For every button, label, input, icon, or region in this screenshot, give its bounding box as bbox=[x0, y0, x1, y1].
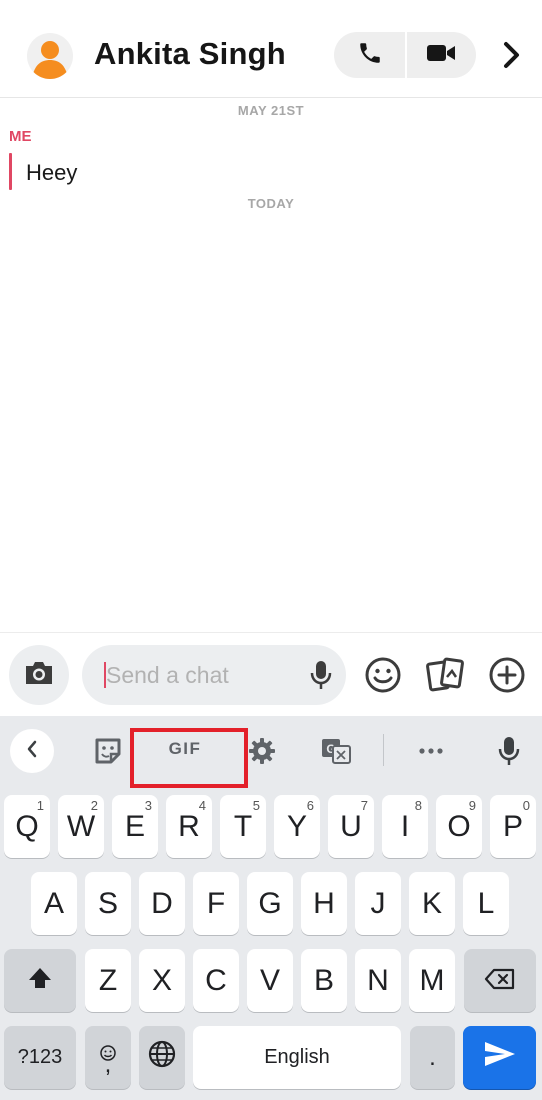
chat-message[interactable]: Heey bbox=[26, 160, 77, 186]
shift-arrow-icon bbox=[27, 964, 53, 998]
chat-input-placeholder: Send a chat bbox=[106, 662, 229, 688]
key-t[interactable]: T5 bbox=[220, 795, 266, 858]
key-o[interactable]: O9 bbox=[436, 795, 482, 858]
key-g[interactable]: G bbox=[247, 872, 293, 935]
key-n[interactable]: N bbox=[355, 949, 401, 1012]
keyboard-back-button[interactable] bbox=[10, 729, 54, 773]
key-e[interactable]: E3 bbox=[112, 795, 158, 858]
gif-highlight-box bbox=[130, 728, 248, 788]
key-z[interactable]: Z bbox=[85, 949, 131, 1012]
key-q[interactable]: Q1 bbox=[4, 795, 50, 858]
cards-icon[interactable] bbox=[425, 654, 465, 696]
more-dots-icon[interactable] bbox=[416, 728, 446, 774]
chevron-right-icon[interactable] bbox=[496, 38, 528, 72]
video-camera-icon bbox=[426, 42, 456, 69]
key-f[interactable]: F bbox=[193, 872, 239, 935]
key-d[interactable]: D bbox=[139, 872, 185, 935]
contact-name[interactable]: Ankita Singh bbox=[94, 36, 286, 72]
toolbar-divider bbox=[383, 734, 384, 766]
key-u[interactable]: U7 bbox=[328, 795, 374, 858]
key-k[interactable]: K bbox=[409, 872, 455, 935]
key-x[interactable]: X bbox=[139, 949, 185, 1012]
symbols-key[interactable]: ?123 bbox=[4, 1026, 76, 1089]
key-b[interactable]: B bbox=[301, 949, 347, 1012]
date-divider-may21: MAY 21ST bbox=[237, 103, 305, 118]
send-arrow-icon bbox=[483, 1040, 517, 1076]
backspace-key[interactable] bbox=[464, 949, 536, 1012]
key-i[interactable]: I8 bbox=[382, 795, 428, 858]
voice-mic-icon[interactable] bbox=[495, 728, 523, 774]
microphone-icon[interactable] bbox=[308, 659, 334, 691]
settings-gear-icon[interactable] bbox=[247, 728, 277, 774]
shift-key[interactable] bbox=[4, 949, 76, 1012]
key-p[interactable]: P0 bbox=[490, 795, 536, 858]
language-key[interactable] bbox=[139, 1026, 185, 1089]
smiley-icon[interactable] bbox=[363, 654, 403, 696]
key-a[interactable]: A bbox=[31, 872, 77, 935]
phone-icon bbox=[357, 40, 383, 71]
send-key[interactable] bbox=[463, 1026, 536, 1089]
user-avatar-icon[interactable] bbox=[27, 33, 73, 79]
key-s[interactable]: S bbox=[85, 872, 131, 935]
sticker-icon[interactable] bbox=[89, 728, 127, 774]
camera-icon bbox=[23, 659, 55, 692]
back-chevron-icon bbox=[25, 739, 39, 764]
key-v[interactable]: V bbox=[247, 949, 293, 1012]
period-key[interactable]: . bbox=[410, 1026, 455, 1089]
camera-button[interactable] bbox=[9, 645, 69, 705]
key-j[interactable]: J bbox=[355, 872, 401, 935]
voice-call-button[interactable] bbox=[335, 32, 405, 78]
key-m[interactable]: M bbox=[409, 949, 455, 1012]
video-call-button[interactable] bbox=[406, 32, 476, 78]
plus-circle-icon[interactable] bbox=[487, 654, 527, 696]
key-h[interactable]: H bbox=[301, 872, 347, 935]
translate-icon[interactable]: G bbox=[320, 728, 352, 774]
key-l[interactable]: L bbox=[463, 872, 509, 935]
key-y[interactable]: Y6 bbox=[274, 795, 320, 858]
space-key[interactable]: English bbox=[193, 1026, 401, 1089]
sender-label: ME bbox=[9, 128, 32, 145]
key-r[interactable]: R4 bbox=[166, 795, 212, 858]
globe-icon bbox=[147, 1039, 177, 1077]
message-accent-bar bbox=[9, 153, 12, 190]
comma-emoji-key[interactable]: , bbox=[85, 1026, 131, 1089]
date-divider-today: TODAY bbox=[247, 196, 295, 211]
key-w[interactable]: W2 bbox=[58, 795, 104, 858]
key-c[interactable]: C bbox=[193, 949, 239, 1012]
backspace-icon bbox=[484, 964, 516, 998]
